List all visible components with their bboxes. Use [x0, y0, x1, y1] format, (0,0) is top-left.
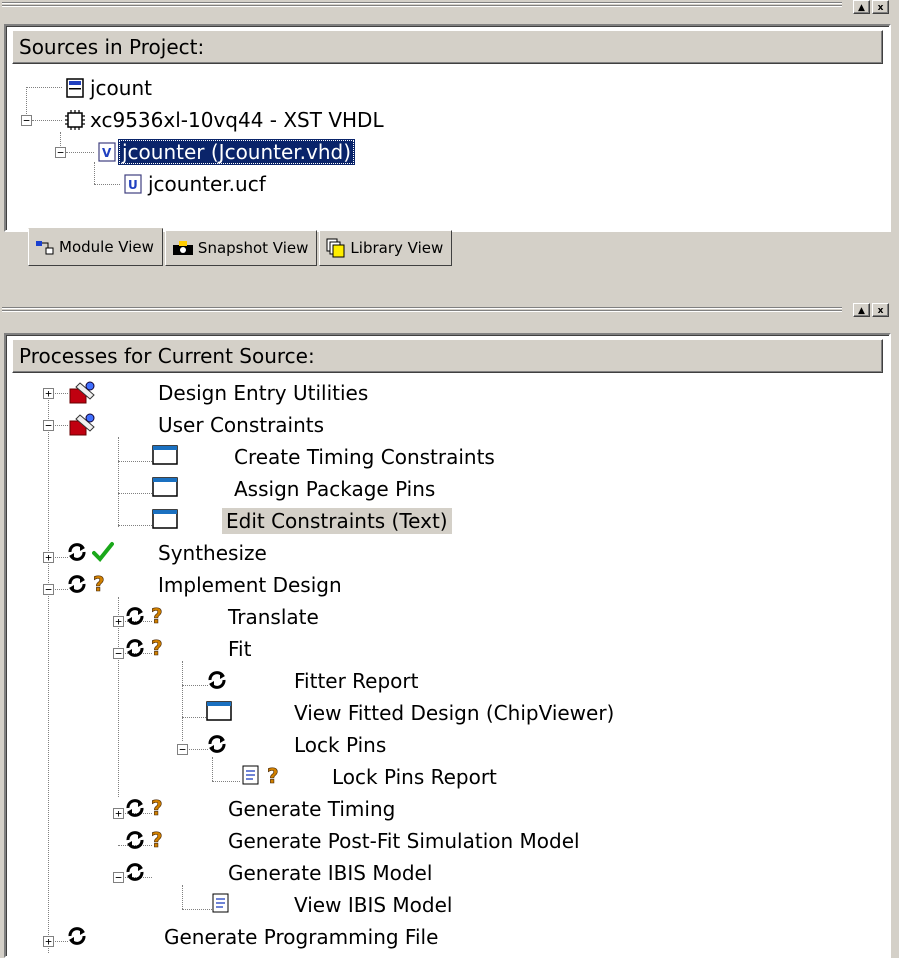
process-item[interactable]: ? Generate Timing — [6, 793, 886, 825]
process-item[interactable]: ? Lock Pins Report — [6, 761, 886, 793]
report-icon — [242, 765, 260, 785]
run-icon — [206, 669, 228, 691]
svg-text:?: ? — [151, 605, 163, 627]
run-icon — [66, 573, 88, 595]
svg-text:?: ? — [151, 829, 163, 851]
process-label: Implement Design — [158, 573, 342, 597]
bottom-close-button[interactable]: x — [872, 303, 889, 317]
process-label: Create Timing Constraints — [234, 445, 495, 469]
tools-icon — [68, 413, 98, 437]
process-item[interactable]: ? Implement Design — [6, 569, 886, 601]
sources-header: Sources in Project: — [12, 30, 883, 64]
top-panel-grip[interactable] — [2, 0, 842, 10]
process-label: Synthesize — [158, 541, 267, 565]
process-label: Edit Constraints (Text) — [222, 508, 452, 534]
process-item[interactable]: ? Generate Post-Fit Simulation Model — [6, 825, 886, 857]
view-tabs: Module View Snapshot View Library View — [28, 228, 454, 268]
module-view-icon — [36, 241, 54, 255]
tree-item-device[interactable]: xc9536xl-10vq44 - XST VHDL — [64, 104, 388, 136]
question-icon: ? — [150, 605, 166, 627]
process-label: Generate IBIS Model — [228, 861, 433, 885]
processes-header: Processes for Current Source: — [12, 339, 883, 373]
process-label: User Constraints — [158, 413, 325, 437]
run-icon — [66, 541, 88, 563]
process-item[interactable]: View IBIS Model — [6, 889, 886, 921]
run-icon — [206, 733, 228, 755]
svg-text:?: ? — [151, 797, 163, 819]
process-label: Fit — [228, 637, 252, 661]
project-icon — [64, 77, 86, 99]
bottom-minimize-button[interactable]: ▲ — [853, 303, 870, 317]
process-label: Generate Post-Fit Simulation Model — [228, 829, 580, 853]
chip-icon — [64, 109, 86, 131]
process-item[interactable]: Fitter Report — [6, 665, 886, 697]
svg-text:?: ? — [267, 765, 279, 787]
run-icon — [66, 925, 88, 947]
window-icon — [152, 477, 178, 497]
question-icon: ? — [150, 829, 166, 851]
process-item[interactable]: Design Entry Utilities — [6, 377, 886, 409]
bottom-panel-grip[interactable] — [2, 305, 842, 315]
svg-text:?: ? — [93, 573, 105, 595]
process-label: Lock Pins — [294, 733, 387, 757]
process-item[interactable]: ? Fit — [6, 633, 886, 665]
process-label: Lock Pins Report — [332, 765, 497, 789]
library-icon — [326, 238, 345, 258]
window-icon — [152, 509, 178, 529]
camera-icon — [172, 241, 193, 255]
tools-icon — [68, 381, 98, 405]
question-icon: ? — [266, 765, 282, 787]
tab-snapshot-view[interactable]: Snapshot View — [164, 230, 318, 266]
question-icon: ? — [150, 797, 166, 819]
tree-item-vhdl-source[interactable]: V jcounter (Jcounter.vhd) — [96, 136, 356, 168]
process-label: View IBIS Model — [294, 893, 453, 917]
tree-item-ucf[interactable]: U jcounter.ucf — [122, 168, 270, 200]
process-label: Translate — [228, 605, 319, 629]
process-item[interactable]: View Fitted Design (ChipViewer) — [6, 697, 886, 729]
top-close-button[interactable]: x — [872, 0, 889, 14]
svg-text:?: ? — [151, 637, 163, 659]
tree-item-project[interactable]: jcount — [64, 72, 156, 104]
window-icon — [152, 445, 178, 465]
vhdl-file-icon: V — [96, 141, 118, 163]
process-item[interactable]: Generate IBIS Model — [6, 857, 886, 889]
process-item[interactable]: ? Translate — [6, 601, 886, 633]
process-label: Assign Package Pins — [234, 477, 436, 501]
process-item[interactable]: User Constraints — [6, 409, 886, 441]
process-label: Design Entry Utilities — [158, 381, 369, 405]
check-icon — [92, 541, 114, 563]
process-item[interactable]: Generate Programming File — [6, 921, 886, 953]
process-item[interactable]: Synthesize — [6, 537, 886, 569]
run-icon — [124, 797, 146, 819]
run-icon — [124, 829, 146, 851]
processes-panel: Processes for Current Source: + − + − + … — [4, 333, 891, 958]
tab-module-view[interactable]: Module View — [28, 228, 163, 266]
question-icon: ? — [92, 573, 108, 595]
sources-panel: Sources in Project: − − jcount xc9536xl-… — [4, 24, 891, 232]
ucf-file-icon: U — [122, 173, 144, 195]
process-label: View Fitted Design (ChipViewer) — [294, 701, 615, 725]
question-icon: ? — [150, 637, 166, 659]
process-item[interactable]: Edit Constraints (Text) — [6, 505, 886, 537]
svg-text:U: U — [128, 178, 138, 192]
process-label: Generate Programming File — [164, 925, 439, 949]
top-minimize-button[interactable]: ▲ — [853, 0, 870, 14]
process-item[interactable]: Assign Package Pins — [6, 473, 886, 505]
process-label: Generate Timing — [228, 797, 396, 821]
run-icon — [124, 637, 146, 659]
process-item[interactable]: Lock Pins — [6, 729, 886, 761]
expand-toggle[interactable]: − — [21, 115, 32, 126]
run-icon — [124, 861, 146, 883]
report-icon — [212, 893, 230, 913]
process-item[interactable]: Create Timing Constraints — [6, 441, 886, 473]
process-label: Fitter Report — [294, 669, 419, 693]
run-icon — [124, 605, 146, 627]
expand-toggle[interactable]: − — [55, 147, 66, 158]
window-icon — [206, 701, 232, 721]
tab-library-view[interactable]: Library View — [319, 230, 453, 266]
svg-text:V: V — [102, 146, 112, 160]
